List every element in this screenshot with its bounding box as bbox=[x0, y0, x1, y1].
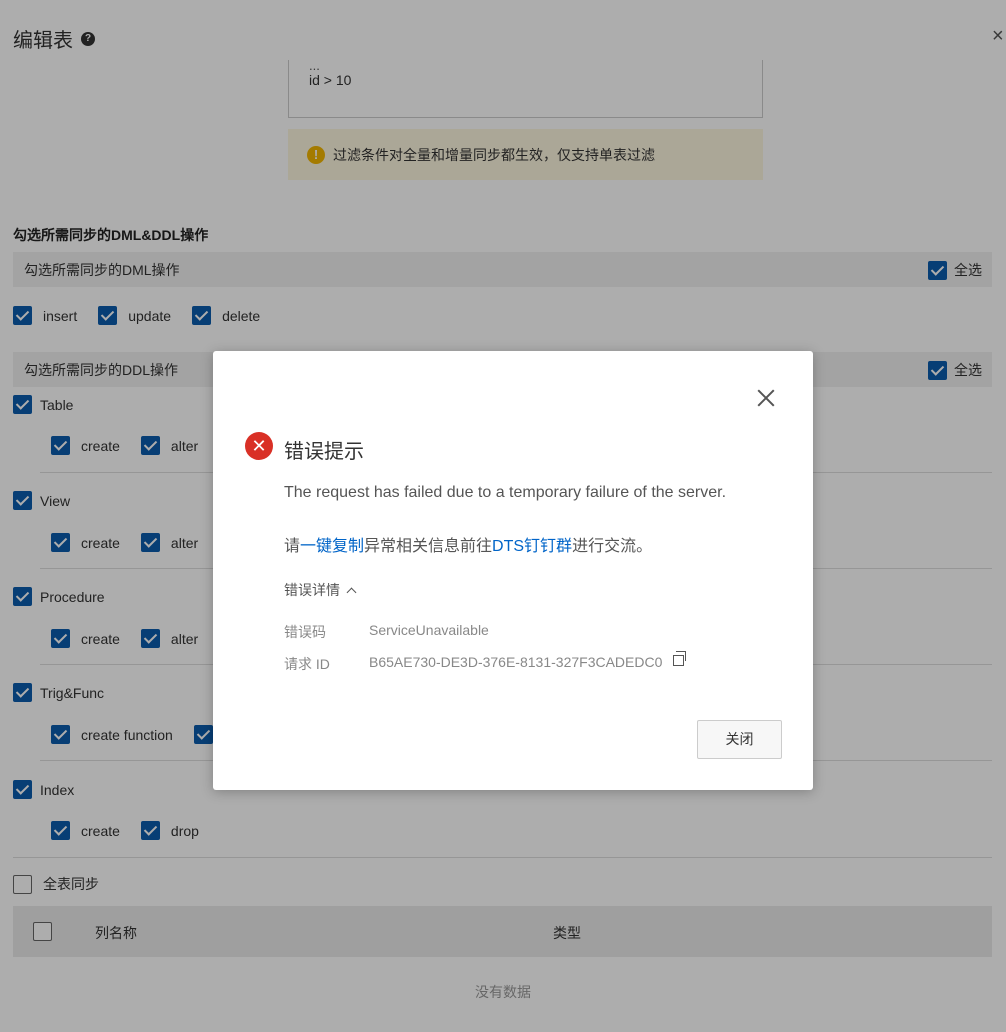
error-icon: ✕ bbox=[245, 432, 273, 460]
dialog-title: 错误提示 bbox=[284, 441, 364, 463]
help-message: 请一键复制异常相关信息前往DTS钉钉群进行交流。 bbox=[284, 534, 652, 560]
copy-link[interactable]: 一键复制 bbox=[300, 538, 364, 555]
help-text: 异常相关信息前往 bbox=[364, 538, 493, 555]
request-id-value: B65AE730-DE3D-376E-8131-327F3CADEDC0 bbox=[369, 654, 663, 670]
error-message: The request has failed due to a temporar… bbox=[284, 484, 727, 501]
dts-group-link[interactable]: DTS钉钉群 bbox=[492, 538, 572, 555]
request-id-row: 请求 ID B65AE730-DE3D-376E-8131-327F3CADED… bbox=[284, 651, 687, 674]
chevron-up-icon bbox=[346, 587, 357, 597]
details-label: 错误详情 bbox=[284, 582, 340, 598]
help-text: 请 bbox=[284, 538, 301, 555]
error-code-label: 错误码 bbox=[284, 624, 326, 640]
close-button[interactable]: 关闭 bbox=[697, 720, 782, 759]
error-details-toggle[interactable]: 错误详情 bbox=[284, 580, 357, 600]
request-id-label: 请求 ID bbox=[284, 656, 330, 672]
copy-icon[interactable] bbox=[673, 651, 687, 666]
help-text: 进行交流。 bbox=[572, 538, 653, 555]
error-dialog: ✕ 错误提示 The request has failed due to a t… bbox=[213, 351, 813, 790]
close-icon[interactable] bbox=[756, 387, 776, 407]
error-code-row: 错误码 ServiceUnavailable bbox=[284, 622, 489, 642]
error-code-value: ServiceUnavailable bbox=[369, 622, 489, 638]
